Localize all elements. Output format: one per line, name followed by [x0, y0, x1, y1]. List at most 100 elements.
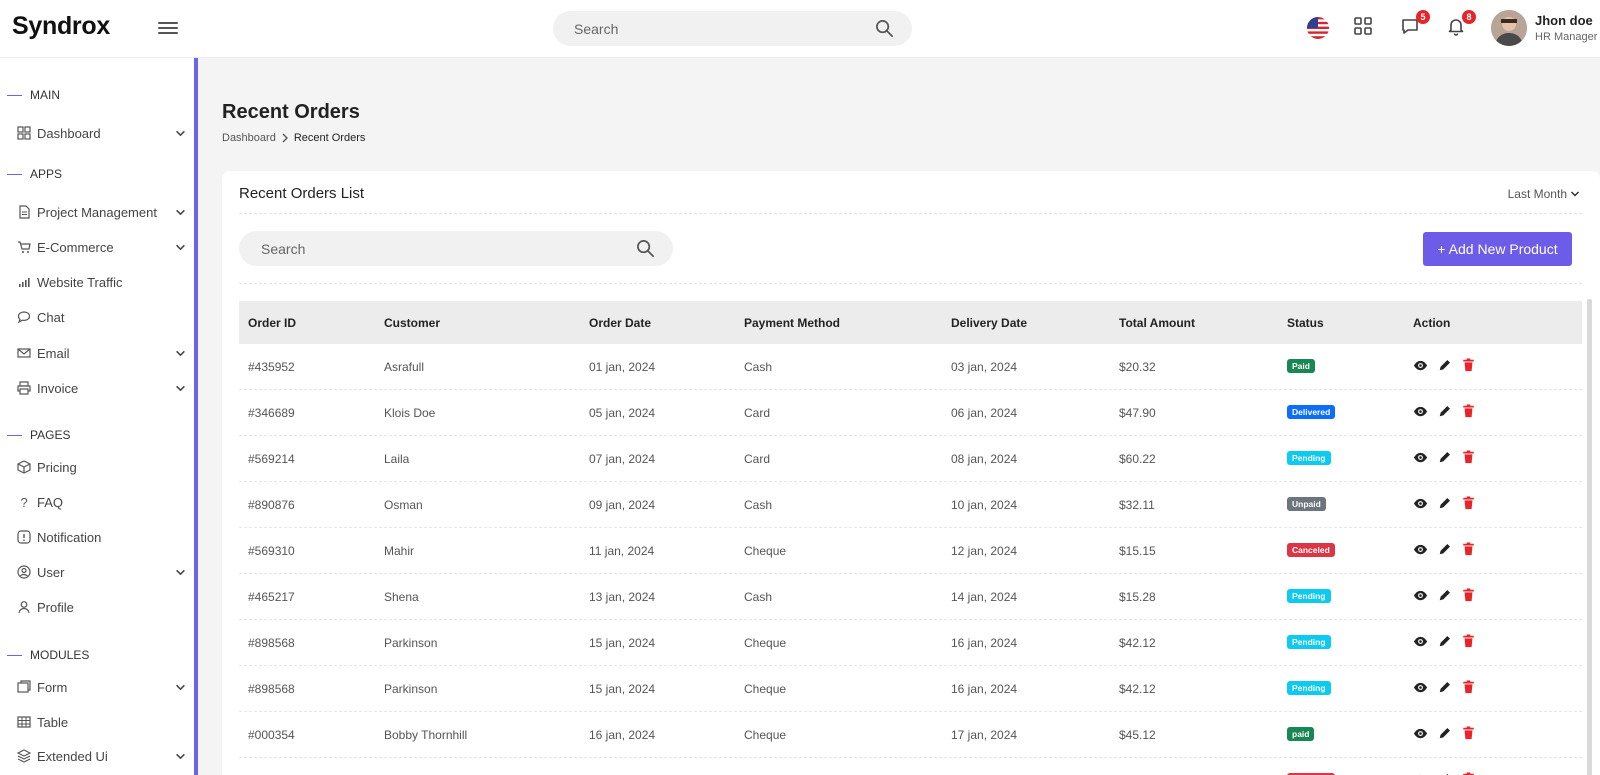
sidebar-item-extended-ui[interactable]: Extended Ui: [16, 744, 186, 768]
customer-cell: Bobby Thornhill: [384, 728, 468, 742]
edit-icon[interactable]: [1438, 680, 1454, 696]
sidebar-item-notification[interactable]: Notification: [16, 525, 186, 549]
delete-icon[interactable]: [1462, 542, 1478, 558]
section-main: MAIN: [7, 88, 60, 102]
edit-icon[interactable]: [1438, 634, 1454, 650]
edit-icon[interactable]: [1438, 450, 1454, 466]
payment-method-cell: Cash: [744, 498, 773, 512]
brand-logo[interactable]: Syndrox: [12, 12, 110, 41]
view-icon[interactable]: [1413, 404, 1429, 420]
status-badge: Pending: [1287, 451, 1331, 465]
delete-icon[interactable]: [1462, 680, 1478, 696]
edit-icon[interactable]: [1438, 588, 1454, 604]
chevron-down-icon: [175, 347, 186, 362]
view-icon[interactable]: [1413, 680, 1429, 696]
delete-icon[interactable]: [1462, 450, 1478, 466]
sidebar-item-email[interactable]: Email: [16, 341, 186, 365]
sidebar-item-website-traffic[interactable]: Website Traffic: [16, 270, 186, 294]
view-icon[interactable]: [1413, 588, 1429, 604]
view-icon[interactable]: [1413, 542, 1429, 558]
table-row: #000354 Bobby Thornhill 16 jan, 2024 Cheque…: [239, 712, 1582, 758]
order-date-cell: 01 jan, 2024: [589, 360, 656, 374]
edit-icon[interactable]: [1438, 358, 1454, 374]
delete-icon[interactable]: [1462, 634, 1478, 650]
chevron-down-icon: [175, 241, 186, 256]
sidebar-item-label: E-Commerce: [37, 239, 114, 255]
notifications-bell-icon[interactable]: 8: [1446, 10, 1476, 40]
sidebar-item-project-management[interactable]: Project Management: [16, 200, 186, 224]
column-header-status: Status: [1287, 316, 1324, 330]
user-circle-icon: [16, 564, 32, 580]
view-icon[interactable]: [1413, 496, 1429, 512]
add-new-product-button[interactable]: + Add New Product: [1423, 232, 1572, 266]
search-icon[interactable]: [875, 19, 894, 38]
view-icon[interactable]: [1413, 726, 1429, 742]
header-search-input[interactable]: Search: [553, 11, 912, 46]
sidebar-item-form[interactable]: Form: [16, 675, 186, 699]
status-badge: Pending: [1287, 681, 1331, 695]
user-name[interactable]: Jhon doe: [1535, 13, 1593, 28]
chevron-down-icon: [175, 566, 186, 581]
sidebar-item-profile[interactable]: Profile: [16, 595, 186, 619]
order-date-cell: 11 jan, 2024: [589, 544, 655, 558]
status-badge: Unpaid: [1287, 497, 1326, 511]
sidebar-item-dashboard[interactable]: Dashboard: [16, 121, 186, 145]
apps-grid-icon[interactable]: [1353, 16, 1377, 40]
table-icon: [16, 714, 32, 730]
delete-icon[interactable]: [1462, 588, 1478, 604]
user-avatar[interactable]: [1491, 10, 1527, 46]
total-amount-cell: $47.90: [1119, 406, 1156, 420]
menu-toggle-icon[interactable]: [158, 18, 178, 40]
breadcrumb-current: Recent Orders: [293, 132, 366, 144]
sidebar-item-faq[interactable]: ? FAQ: [16, 490, 186, 514]
messages-icon[interactable]: 5: [1400, 10, 1430, 40]
edit-icon[interactable]: [1438, 542, 1454, 558]
delete-icon[interactable]: [1462, 496, 1478, 512]
breadcrumb-dashboard-link[interactable]: Dashboard: [222, 132, 276, 144]
payment-method-cell: Cheque: [744, 682, 787, 696]
sidebar-item-label: Chat: [37, 309, 65, 325]
sidebar-item-label: User: [37, 564, 65, 580]
period-filter-dropdown[interactable]: Last Month: [1508, 187, 1580, 201]
grid-icon: [16, 125, 32, 141]
table-scrollbar[interactable]: [1587, 299, 1592, 775]
sidebar-item-pricing[interactable]: Pricing: [16, 455, 186, 479]
us-flag-icon[interactable]: [1307, 17, 1329, 39]
total-amount-cell: $15.15: [1119, 544, 1156, 558]
chat-icon: [16, 309, 32, 325]
orders-search-placeholder: Search: [261, 241, 306, 257]
sidebar-item-user[interactable]: User: [16, 560, 186, 584]
payment-method-cell: Cash: [744, 590, 773, 604]
form-icon: [16, 679, 32, 695]
view-icon[interactable]: [1413, 358, 1429, 374]
table-header: Order ID Customer Order Date Payment Method…: [239, 301, 1582, 344]
order-id-cell: #898568: [248, 636, 295, 650]
sidebar-item-label: Dashboard: [37, 125, 101, 141]
sidebar-item-label: Project Management: [37, 204, 157, 220]
delete-icon[interactable]: [1462, 358, 1478, 374]
edit-icon[interactable]: [1438, 496, 1454, 512]
view-icon[interactable]: [1413, 634, 1429, 650]
column-header-payment-method: Payment Method: [744, 316, 841, 330]
customer-cell: Parkinson: [384, 682, 438, 696]
sidebar-item-label: Form: [37, 679, 68, 695]
table-row: #898568Amy Osborne17 jan, 2024Cash18 jan…: [239, 758, 1582, 775]
delete-icon[interactable]: [1462, 404, 1478, 420]
sidebar-item-table[interactable]: Table: [16, 710, 186, 734]
total-amount-cell: $32.11: [1119, 498, 1155, 512]
orders-search-input[interactable]: Search: [239, 231, 673, 266]
sidebar-item-invoice[interactable]: Invoice: [16, 376, 186, 400]
chevron-down-icon: [175, 681, 186, 696]
view-icon[interactable]: [1413, 450, 1429, 466]
payment-method-cell: Card: [744, 406, 771, 420]
column-header-order-id: Order ID: [248, 316, 297, 330]
payment-method-cell: Cheque: [744, 544, 787, 558]
search-icon[interactable]: [636, 239, 655, 258]
status-badge: Pending: [1287, 635, 1331, 649]
edit-icon[interactable]: [1438, 726, 1454, 742]
table-row: #346689 Klois Doe 05 jan, 2024 Card 06 jan, …: [239, 390, 1582, 436]
sidebar-item-chat[interactable]: Chat: [16, 305, 186, 329]
sidebar-item-e-commerce[interactable]: E-Commerce: [16, 235, 186, 259]
delete-icon[interactable]: [1462, 726, 1478, 742]
edit-icon[interactable]: [1438, 404, 1454, 420]
